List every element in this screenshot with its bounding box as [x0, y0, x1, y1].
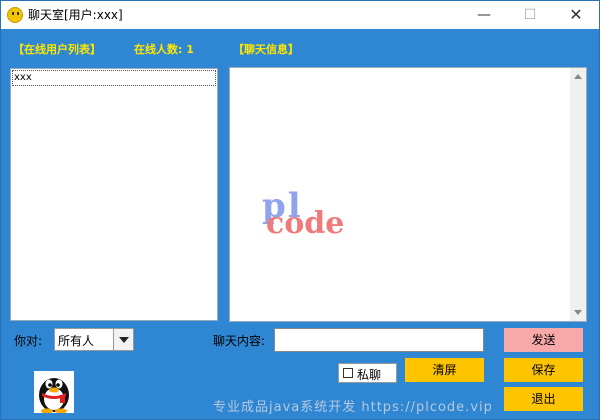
chat-info-label: 【聊天信息】 — [233, 43, 299, 56]
save-button[interactable]: 保存 — [504, 358, 583, 382]
window-title: 聊天室[用户:xxx] — [28, 8, 123, 22]
private-chat-label: 私聊 — [357, 368, 382, 382]
footer-watermark: 专业成品java系统开发 https://plcode.vip — [213, 400, 493, 415]
recipient-select-value: 所有人 — [58, 334, 95, 348]
online-user-list[interactable]: xxx — [10, 68, 218, 321]
qq-penguin-icon — [34, 371, 74, 414]
smiley-icon — [7, 7, 23, 23]
chat-scrollbar[interactable] — [570, 68, 586, 321]
online-count-prefix: 在线人数: — [134, 43, 183, 56]
private-chat-checkbox[interactable]: 私聊 — [338, 363, 397, 383]
clear-screen-button[interactable]: 清屏 — [405, 358, 484, 382]
scroll-up-icon[interactable] — [574, 74, 582, 79]
chat-window: 聊天室[用户:xxx] — ☐ ✕ 【在线用户列表】 在线人数: 1 【聊天信息… — [0, 0, 600, 420]
user-list-item[interactable]: xxx — [12, 70, 216, 86]
close-button[interactable]: ✕ — [553, 1, 599, 29]
recipient-label: 你对: — [14, 334, 43, 348]
title-bar[interactable]: 聊天室[用户:xxx] — ☐ ✕ — [1, 1, 599, 29]
watermark-bottom: code — [266, 206, 345, 241]
minimize-button[interactable]: — — [461, 1, 507, 29]
maximize-button[interactable]: ☐ — [507, 1, 553, 29]
online-count-label: 在线人数: 1 — [134, 41, 194, 57]
chat-content-label: 聊天内容: — [213, 334, 266, 348]
send-button[interactable]: 发送 — [504, 328, 583, 352]
online-count-value: 1 — [186, 43, 194, 56]
online-users-label: 【在线用户列表】 — [13, 43, 101, 56]
checkbox-icon[interactable] — [343, 368, 353, 378]
recipient-select[interactable]: 所有人 — [54, 328, 134, 351]
scroll-down-icon[interactable] — [574, 310, 582, 315]
chevron-down-icon[interactable] — [113, 329, 133, 350]
chat-message-area[interactable]: pl code — [229, 67, 587, 322]
message-input[interactable] — [274, 328, 484, 352]
